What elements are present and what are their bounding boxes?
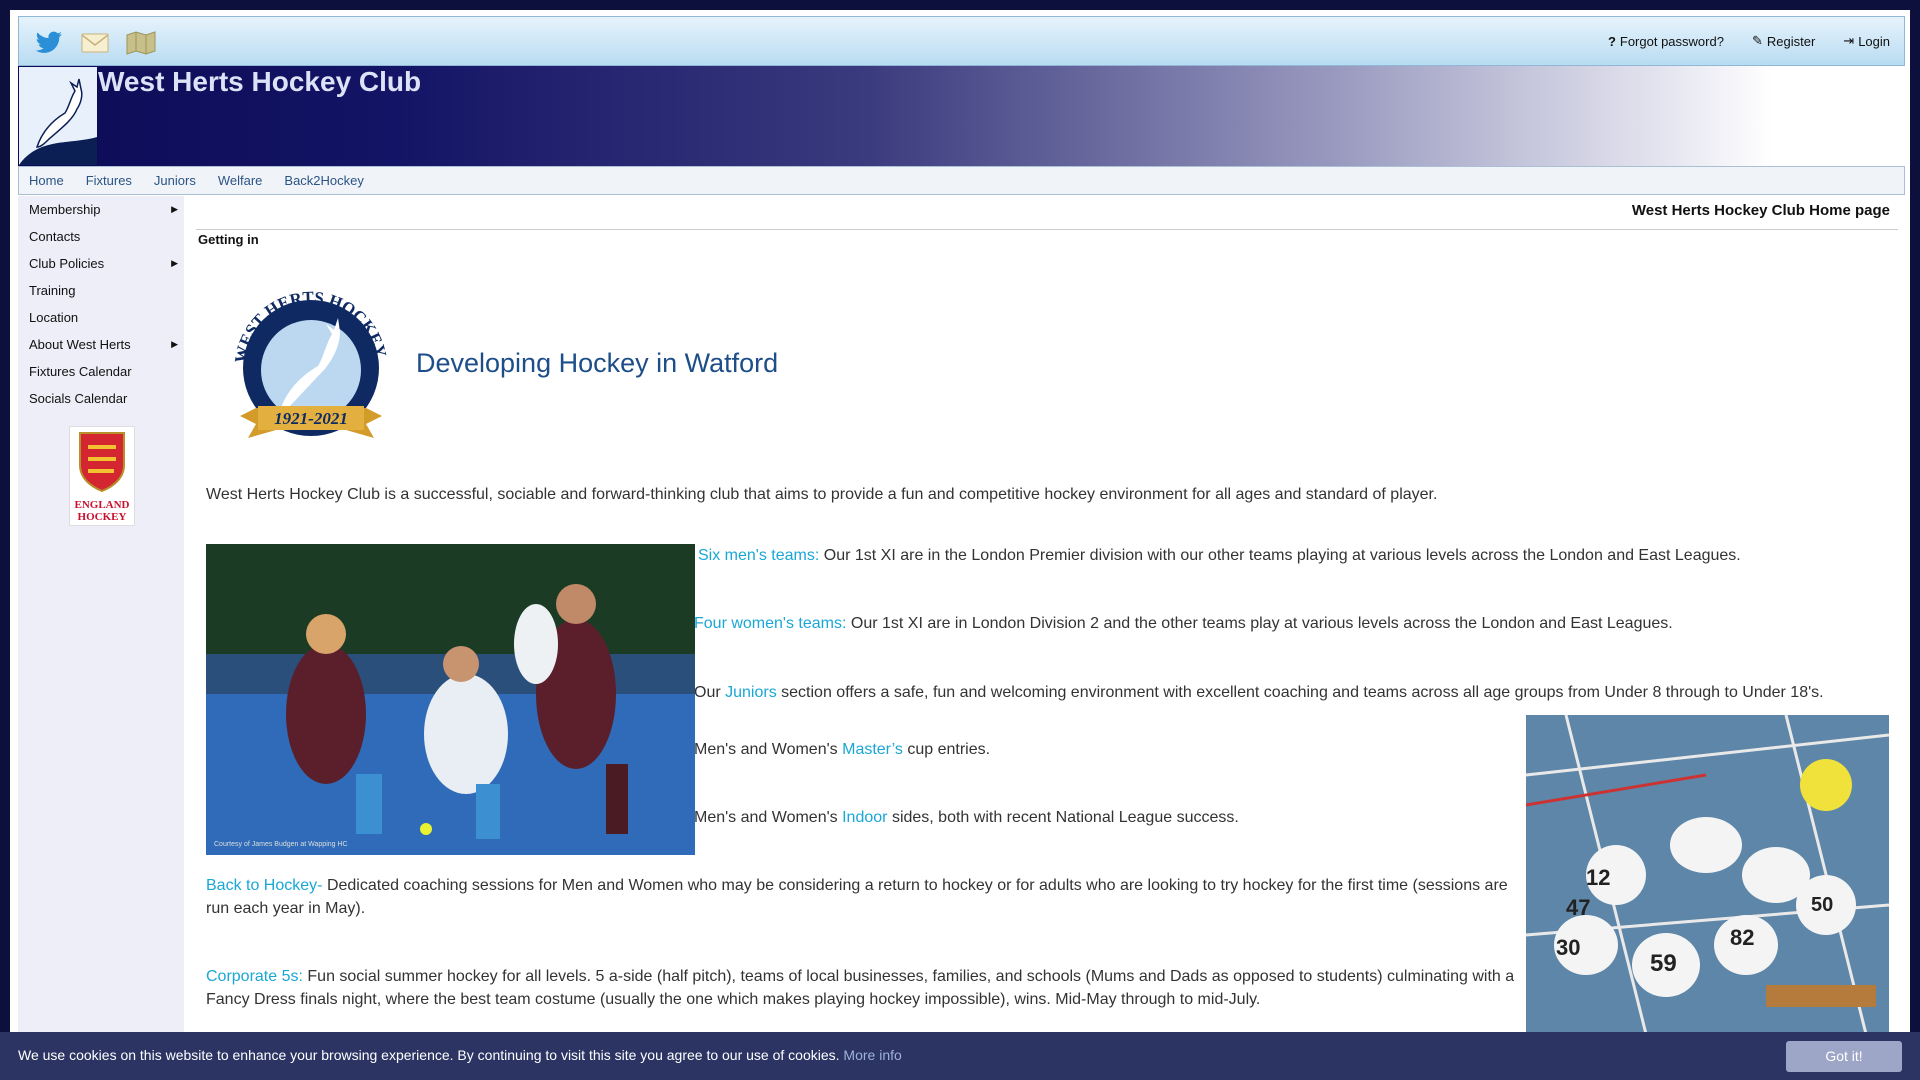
sidebar-item-about[interactable]: About West Herts ▶: [18, 331, 184, 358]
sidebar-item-contacts[interactable]: Contacts: [18, 223, 184, 250]
mens-teams-text: Our 1st XI are in the London Premier div…: [823, 547, 1741, 564]
sidebar-item-club-policies[interactable]: Club Policies ▶: [18, 250, 184, 277]
juniors-link[interactable]: Juniors: [725, 684, 777, 701]
intro-paragraph: West Herts Hockey Club is a successful, …: [206, 486, 1438, 503]
register-link[interactable]: ✎ Register: [1752, 33, 1815, 49]
photo-caption: Courtesy of James Budgen at Wapping HC: [214, 841, 348, 848]
masters-line: Men's and Women's Master’s cup entries.: [694, 738, 990, 761]
indoor-team-photo: 12 47 30 59 82 50: [1526, 715, 1889, 1034]
sidebar-item-training[interactable]: Training: [18, 277, 184, 304]
register-label: Register: [1766, 33, 1816, 49]
club-centenary-logo: WEST HERTS HOCKEY CLUB 1921-2021: [220, 263, 396, 454]
juniors-text: section offers a safe, fun and welcoming…: [781, 684, 1824, 701]
cookie-message-wrap: We use cookies on this website to enhanc…: [18, 1047, 902, 1063]
juniors-line: Our Juniors section offers a safe, fun a…: [694, 681, 1824, 704]
sidebar-item-fixtures-calendar[interactable]: Fixtures Calendar: [18, 358, 184, 385]
nav-home[interactable]: Home: [29, 173, 64, 188]
sidebar-item-label: Training: [29, 283, 76, 298]
mens-teams-link[interactable]: Six men's teams:: [698, 547, 819, 564]
corporate-link[interactable]: Corporate 5s:: [206, 968, 303, 985]
mens-teams-line: Six men's teams: Our 1st XI are in the L…: [698, 544, 1741, 567]
tagline: Developing Hockey in Watford: [416, 348, 779, 378]
back-to-hockey-link[interactable]: Back to Hockey-: [206, 877, 322, 894]
stag-logo-icon[interactable]: [18, 66, 98, 166]
main-nav: Home Fixtures Juniors Welfare Back2Hocke…: [18, 166, 1905, 195]
back-to-hockey-text: Dedicated coaching sessions for Men and …: [206, 877, 1508, 917]
sidebar-item-label: Location: [29, 310, 79, 325]
corporate-line: Corporate 5s: Fun social summer hockey f…: [206, 965, 1522, 1011]
cookie-accept-button[interactable]: Got it!: [1786, 1041, 1902, 1072]
juniors-prefix: Our: [694, 684, 721, 701]
indoor-text: sides, both with recent National League …: [891, 809, 1239, 826]
site-banner: West Herts Hockey Club: [18, 66, 1905, 166]
hockey-label: HOCKEY: [78, 511, 127, 523]
indoor-line: Men's and Women's Indoor sides, both wit…: [694, 806, 1239, 829]
nav-back2hockey[interactable]: Back2Hockey: [284, 173, 363, 188]
womens-teams-link[interactable]: Four women's teams:: [694, 615, 846, 632]
masters-link[interactable]: Master’s: [842, 741, 903, 758]
corporate-text: Fun social summer hockey for all levels.…: [206, 968, 1515, 1008]
jersey-number: 12: [1586, 865, 1610, 890]
sidebar-item-label: Contacts: [29, 229, 81, 244]
womens-teams-text: Our 1st XI are in London Division 2 and …: [850, 615, 1673, 632]
caret-right-icon: ▶: [171, 204, 178, 214]
masters-prefix: Men's and Women's: [694, 741, 838, 758]
nav-fixtures[interactable]: Fixtures: [86, 173, 132, 188]
nav-welfare[interactable]: Welfare: [218, 173, 263, 188]
jersey-number: 59: [1650, 950, 1677, 977]
caret-right-icon: ▶: [171, 339, 178, 349]
logo-years: 1921-2021: [274, 409, 348, 428]
pencil-icon: ✎: [1751, 33, 1763, 48]
masters-text: cup entries.: [907, 741, 991, 758]
forgot-password-label: Forgot password?: [1619, 33, 1724, 49]
sidebar-item-label: Socials Calendar: [29, 391, 128, 406]
england-hockey-logo[interactable]: ENGLAND HOCKEY: [69, 426, 135, 526]
sidebar-item-label: Membership: [29, 202, 101, 217]
back-to-hockey-line: Back to Hockey- Dedicated coaching sessi…: [206, 874, 1516, 920]
top-bar: ? Forgot password? ✎ Register ⇥ Login: [18, 16, 1905, 66]
site-title[interactable]: West Herts Hockey Club: [98, 66, 421, 98]
jersey-number: 82: [1730, 925, 1754, 950]
social-icons: [33, 29, 157, 57]
main-content: West Herts Hockey Club Home page Getting…: [190, 196, 1900, 1034]
account-links: ? Forgot password? ✎ Register ⇥ Login: [1608, 33, 1890, 49]
sidebar-item-label: Club Policies: [29, 256, 105, 271]
page-title: West Herts Hockey Club Home page: [196, 200, 1898, 230]
sidebar-item-label: About West Herts: [29, 337, 131, 352]
jersey-number: 50: [1811, 894, 1833, 916]
sidebar-item-location[interactable]: Location: [18, 304, 184, 331]
cookie-banner: We use cookies on this website to enhanc…: [0, 1032, 1920, 1080]
map-icon[interactable]: [125, 29, 157, 57]
login-link[interactable]: ⇥ Login: [1843, 33, 1890, 49]
sidebar-item-label: Fixtures Calendar: [29, 364, 132, 379]
login-label: Login: [1858, 33, 1890, 49]
indoor-link[interactable]: Indoor: [842, 809, 887, 826]
indoor-prefix: Men's and Women's: [694, 809, 838, 826]
cookie-message: We use cookies on this website to enhanc…: [18, 1047, 840, 1063]
envelope-icon[interactable]: [79, 29, 111, 57]
sidebar: Membership ▶ Contacts Club Policies ▶ Trai…: [18, 196, 184, 1034]
match-photo: Courtesy of James Budgen at Wapping HC: [206, 544, 695, 855]
womens-teams-line: Four women's teams: Our 1st XI are in Lo…: [694, 612, 1673, 635]
section-heading: Getting in: [198, 232, 259, 247]
jersey-number: 47: [1566, 895, 1590, 920]
england-label: ENGLAND: [74, 499, 129, 511]
jersey-number: 30: [1556, 935, 1580, 960]
sidebar-item-socials-calendar[interactable]: Socials Calendar: [18, 385, 184, 412]
nav-juniors[interactable]: Juniors: [154, 173, 196, 188]
cookie-more-info-link[interactable]: More info: [843, 1047, 901, 1063]
twitter-icon[interactable]: [33, 29, 65, 57]
question-icon: ?: [1607, 33, 1616, 49]
caret-right-icon: ▶: [171, 258, 178, 268]
forgot-password-link[interactable]: ? Forgot password?: [1608, 33, 1724, 49]
sign-in-icon: ⇥: [1843, 33, 1855, 48]
sidebar-item-membership[interactable]: Membership ▶: [18, 196, 184, 223]
